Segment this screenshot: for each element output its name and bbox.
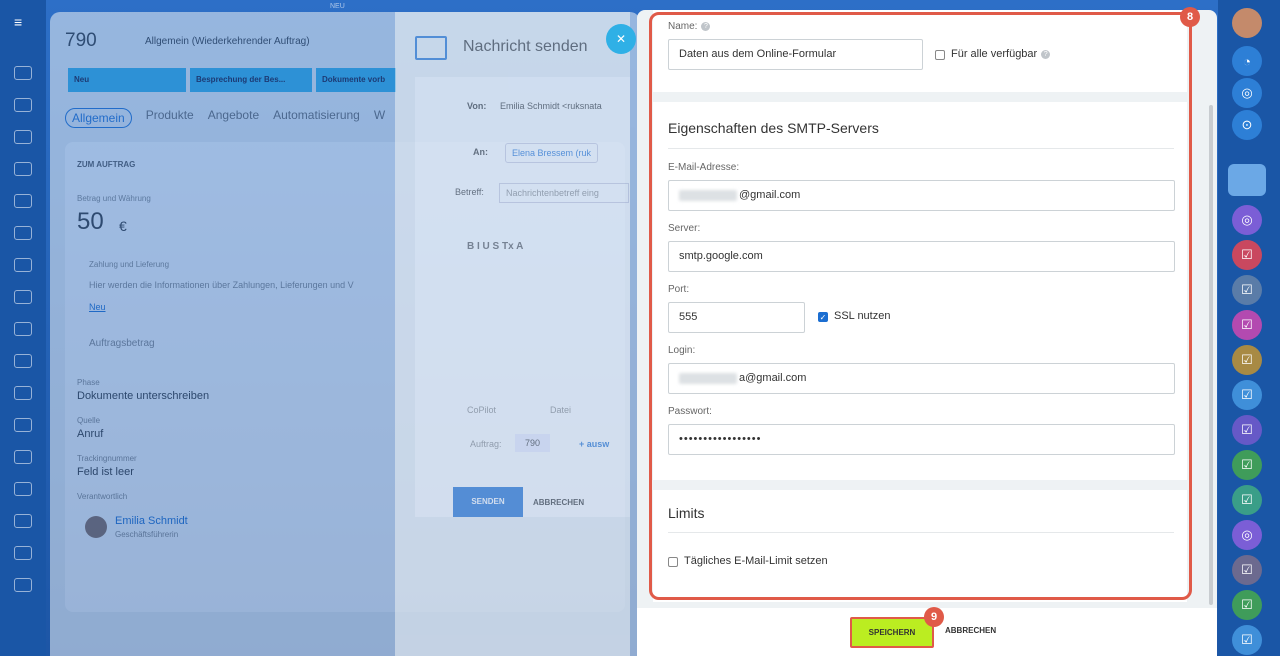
bell-icon[interactable]: ◔ — [1232, 46, 1262, 76]
chat-icon[interactable] — [14, 322, 32, 336]
market-icon[interactable] — [14, 482, 32, 496]
person-role: Geschäftsführerin — [115, 530, 179, 539]
payment-link[interactable]: Neu — [89, 302, 106, 312]
left-sidebar: ≡ — [0, 0, 46, 656]
avatar — [85, 516, 107, 538]
crm-icon[interactable] — [14, 98, 32, 112]
video-icon[interactable] — [14, 514, 32, 528]
search-icon[interactable]: ⊙ — [1232, 110, 1262, 140]
tab-products[interactable]: Produkte — [146, 108, 194, 128]
order-add[interactable]: + ausw — [579, 439, 609, 449]
person-name[interactable]: Emilia Schmidt — [115, 515, 188, 527]
payment-label: Zahlung und Lieferung — [89, 260, 170, 269]
tracking-value: Feld ist leer — [77, 466, 134, 478]
sites-icon[interactable] — [14, 258, 32, 272]
contacts-icon[interactable] — [14, 162, 32, 176]
mail-icon[interactable] — [14, 354, 32, 368]
cancel-button[interactable]: ABBRECHEN — [945, 626, 996, 635]
tab-quotes[interactable]: Angebote — [208, 108, 259, 128]
filter-icon[interactable] — [14, 450, 32, 464]
section-title: ZUM AUFTRAG — [77, 160, 136, 169]
message-title: Nachricht senden — [463, 38, 588, 55]
amount-label: Betrag und Währung — [77, 194, 151, 203]
tab-general[interactable]: Allgemein — [65, 108, 132, 128]
task-icon[interactable]: ☑ — [1232, 240, 1262, 270]
scrollbar[interactable] — [1209, 105, 1213, 605]
amount-value: 50 — [77, 208, 104, 235]
step-badge-8: 8 — [1180, 7, 1200, 27]
close-button[interactable]: ✕ — [606, 24, 636, 54]
message-panel: Nachricht senden Von: Emilia Schmidt <ru… — [395, 12, 630, 656]
to-value[interactable]: Elena Bressem (ruk — [505, 143, 599, 163]
message-body: Von: Emilia Schmidt <ruksnata An: Elena … — [415, 77, 630, 517]
task-icon[interactable]: ☑ — [1232, 275, 1262, 305]
order-label: Auftrag: — [470, 439, 502, 449]
from-value[interactable]: Emilia Schmidt <ruksnata — [500, 101, 602, 111]
task-icon[interactable]: ☑ — [1232, 590, 1262, 620]
copilot-button[interactable]: CoPilot — [467, 405, 496, 415]
phase-label: Phase — [77, 378, 100, 387]
task-icon[interactable]: ☑ — [1232, 345, 1262, 375]
copilot-icon[interactable]: ◎ — [1232, 78, 1262, 108]
stage-docs[interactable]: Dokumente vorb — [316, 68, 396, 92]
task-icon[interactable]: ☑ — [1232, 380, 1262, 410]
deal-tabs: Allgemein Produkte Angebote Automatisier… — [65, 108, 385, 128]
task-icon[interactable]: ☑ — [1232, 415, 1262, 445]
store-icon[interactable] — [14, 194, 32, 208]
payment-text: Hier werden die Informationen über Zahlu… — [89, 280, 354, 290]
task-icon[interactable]: ☑ — [1232, 450, 1262, 480]
home-icon[interactable] — [14, 66, 32, 80]
task-icon[interactable]: ☑ — [1232, 485, 1262, 515]
step-badge-9: 9 — [924, 607, 944, 627]
highlight-frame — [649, 12, 1192, 600]
right-sidebar: ◔ ◎ ⊙ ◎ ☑ ☑ ☑ ☑ ☑ ☑ ☑ ☑ ◎ ☑ ☑ ☑ — [1218, 0, 1280, 656]
task-icon[interactable]: ☑ — [1232, 310, 1262, 340]
chat-item-icon[interactable]: ◎ — [1232, 520, 1262, 550]
source-value: Anruf — [77, 428, 104, 440]
subject-input[interactable]: Nachrichtenbetreff eing — [499, 183, 629, 203]
from-label: Von: — [467, 101, 487, 111]
source-label: Quelle — [77, 416, 101, 425]
chat-avatar[interactable] — [1228, 164, 1266, 196]
tracking-label: Trackingnummer — [77, 454, 137, 463]
tab-automation[interactable]: Automatisierung — [273, 108, 360, 128]
tab-more[interactable]: W — [374, 108, 385, 128]
subject-label: Betreff: — [455, 187, 484, 197]
calendar-icon[interactable] — [14, 386, 32, 400]
send-button[interactable]: SENDEN — [453, 487, 523, 517]
tasks-icon[interactable] — [14, 130, 32, 144]
cart-icon[interactable] — [14, 578, 32, 592]
save-button[interactable]: SPEICHERN — [850, 617, 934, 648]
user-avatar[interactable] — [1232, 8, 1262, 38]
deal-title: 790 — [65, 30, 97, 51]
order-value[interactable]: 790 — [515, 434, 551, 452]
message-cancel-button[interactable]: ABBRECHEN — [533, 498, 584, 507]
responsible-label: Verantwortlich — [77, 492, 128, 501]
stage-new[interactable]: Neu — [68, 68, 186, 92]
check-icon[interactable] — [14, 290, 32, 304]
currency: € — [119, 218, 127, 234]
menu-icon[interactable]: ≡ — [14, 14, 22, 30]
file-button[interactable]: Datei — [550, 405, 571, 415]
sign-icon[interactable] — [14, 418, 32, 432]
order-amount-label: Auftragsbetrag — [89, 338, 155, 349]
phase-value: Dokumente unterschreiben — [77, 390, 210, 402]
stage-meeting[interactable]: Besprechung der Bes... — [190, 68, 312, 92]
mail-icon — [415, 36, 447, 60]
format-toolbar[interactable]: B I U S Tx A — [467, 241, 523, 252]
docs-icon[interactable] — [14, 226, 32, 240]
task-icon[interactable]: ☑ — [1232, 625, 1262, 655]
top-label: NEU — [330, 3, 345, 10]
analytics-icon[interactable] — [14, 546, 32, 560]
deal-subtitle[interactable]: Allgemein (Wiederkehrender Auftrag) — [145, 36, 310, 47]
to-label: An: — [473, 147, 488, 157]
chat-item-icon[interactable]: ◎ — [1232, 205, 1262, 235]
task-icon[interactable]: ☑ — [1232, 555, 1262, 585]
